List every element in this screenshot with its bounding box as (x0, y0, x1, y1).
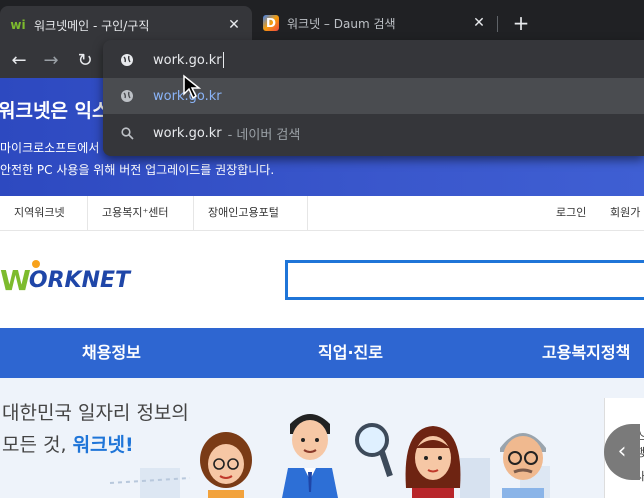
globe-icon (119, 89, 135, 103)
logo-w: W (0, 263, 31, 297)
daum-favicon-icon: D (263, 15, 279, 31)
tab-worknet[interactable]: wi 워크넷메인 - 구인/구직 ✕ (0, 6, 252, 44)
person-illustration-older-man (500, 433, 546, 498)
suggestion-search[interactable]: work.go.kr - 네이버 검색 (103, 115, 644, 151)
logo-dot-icon (32, 260, 40, 268)
person-illustration-woman-red (405, 426, 461, 498)
mouse-cursor-icon (183, 74, 202, 100)
tab-daum-search[interactable]: D 워크넷 – Daum 검색 ✕ (253, 8, 497, 38)
reload-button[interactable]: ↻ (72, 48, 98, 74)
nav-employment-welfare-center[interactable]: 고용복지⁺센터 (88, 196, 194, 230)
address-bar[interactable]: work.go.kr (103, 42, 644, 78)
suggestion-text: work.go.kr (153, 125, 222, 141)
search-icon (119, 126, 135, 140)
main-nav: 채용정보 직업·진로 고용복지정책 (0, 328, 644, 378)
banner-line2: 안전한 PC 사용을 위해 버전 업그레이드를 권장합니다. (0, 163, 275, 177)
worknet-favicon-icon: wi (10, 18, 26, 32)
globe-icon (119, 53, 135, 67)
worknet-logo[interactable]: W ORKNET (0, 258, 130, 302)
nav-regional-worknet[interactable]: 지역워크넷 (0, 196, 88, 230)
hero-line2-text: 모든 것, (2, 434, 73, 456)
back-button[interactable]: ← (6, 48, 32, 74)
tab-strip: wi 워크넷메인 - 구인/구직 ✕ D 워크넷 – Daum 검색 ✕ + (0, 0, 644, 44)
banner-line1: 마이크로소프트에서 (0, 141, 100, 155)
site-search-input[interactable] (285, 260, 644, 300)
nav-welfare-policy[interactable]: 고용복지정책 (542, 328, 630, 378)
tab-separator (497, 16, 498, 32)
nav-career[interactable]: 직업·진로 (318, 328, 383, 378)
utility-nav: 지역워크넷 고용복지⁺센터 장애인고용포털 로그인 회원가 (0, 196, 644, 231)
signup-link[interactable]: 회원가 (610, 196, 640, 230)
close-tab-icon[interactable]: ✕ (226, 17, 242, 33)
tab-title: 워크넷 – Daum 검색 (287, 16, 396, 31)
hero-line1: 대한민국 일자리 정보의 (2, 402, 189, 424)
nav-job-info[interactable]: 채용정보 (82, 328, 141, 378)
login-link[interactable]: 로그인 (556, 196, 586, 230)
hero-section: 대한민국 일자리 정보의 모든 것, 워크넷! (0, 378, 644, 498)
suggestion-subtext: - 네이버 검색 (227, 127, 301, 143)
address-input[interactable]: work.go.kr (153, 53, 222, 68)
close-tab-icon[interactable]: ✕ (471, 15, 487, 31)
new-tab-button[interactable]: + (508, 10, 534, 36)
nav-disability-employment-portal[interactable]: 장애인고용포털 (194, 196, 308, 230)
person-illustration-woman-glasses (200, 432, 252, 498)
banner-heading: 워크넷은 익스 (0, 100, 110, 122)
forward-button[interactable]: → (38, 48, 64, 74)
magnifier-icon (355, 423, 393, 477)
tab-title: 워크넷메인 - 구인/구직 (34, 18, 150, 33)
text-caret (222, 52, 224, 68)
person-illustration-man-suit (282, 414, 338, 498)
logo-rest: ORKNET (28, 267, 131, 293)
